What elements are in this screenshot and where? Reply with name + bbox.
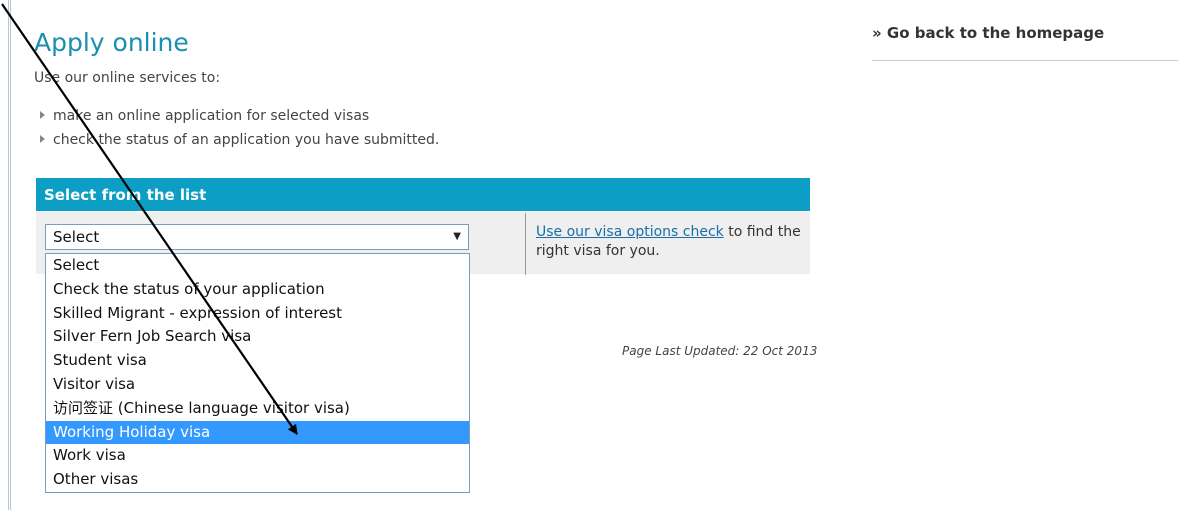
sidebar-divider — [872, 60, 1178, 61]
dropdown-option-working-holiday[interactable]: Working Holiday visa — [46, 420, 469, 445]
dropdown-option-other[interactable]: Other visas — [46, 468, 469, 492]
dropdown-option-student[interactable]: Student visa — [46, 349, 469, 373]
services-list: make an online application for selected … — [34, 104, 439, 152]
panel-divider — [525, 213, 526, 275]
visa-options-check-link[interactable]: Use our visa options check — [536, 224, 724, 240]
list-item-text: check the status of an application you h… — [53, 132, 440, 148]
last-updated-text: Page Last Updated: 22 Oct 2013 — [622, 344, 818, 358]
visa-select-dropdown[interactable]: Select Check the status of your applicat… — [45, 253, 470, 493]
list-item-text: make an online application for selected … — [53, 108, 370, 124]
list-item: make an online application for selected … — [34, 104, 439, 128]
dropdown-option-silver-fern[interactable]: Silver Fern Job Search visa — [46, 325, 469, 349]
dropdown-option-skilled-migrant[interactable]: Skilled Migrant - expression of interest — [46, 302, 469, 326]
left-border-rule — [8, 0, 11, 510]
visa-panel-header: Select from the list — [36, 178, 810, 211]
dropdown-option-chinese-visitor[interactable]: 访问签证 (Chinese language visitor visa) — [46, 397, 469, 421]
dropdown-arrow-icon[interactable]: ▼ — [453, 225, 461, 249]
page-title: Apply online — [34, 28, 189, 57]
list-item: check the status of an application you h… — [34, 128, 439, 152]
visa-select[interactable]: Select ▼ — [45, 224, 469, 250]
visa-options-help: Use our visa options check to find the r… — [536, 223, 806, 261]
dropdown-option-visitor[interactable]: Visitor visa — [46, 373, 469, 397]
bullet-triangle-icon — [40, 135, 45, 143]
dropdown-option-work[interactable]: Work visa — [46, 444, 469, 468]
visa-select-value: Select — [53, 228, 100, 246]
bullet-triangle-icon — [40, 111, 45, 119]
intro-text: Use our online services to: — [34, 70, 221, 86]
dropdown-option-select[interactable]: Select — [46, 254, 469, 278]
dropdown-option-check-status[interactable]: Check the status of your application — [46, 278, 469, 302]
back-to-homepage-link[interactable]: » Go back to the homepage — [872, 24, 1104, 42]
